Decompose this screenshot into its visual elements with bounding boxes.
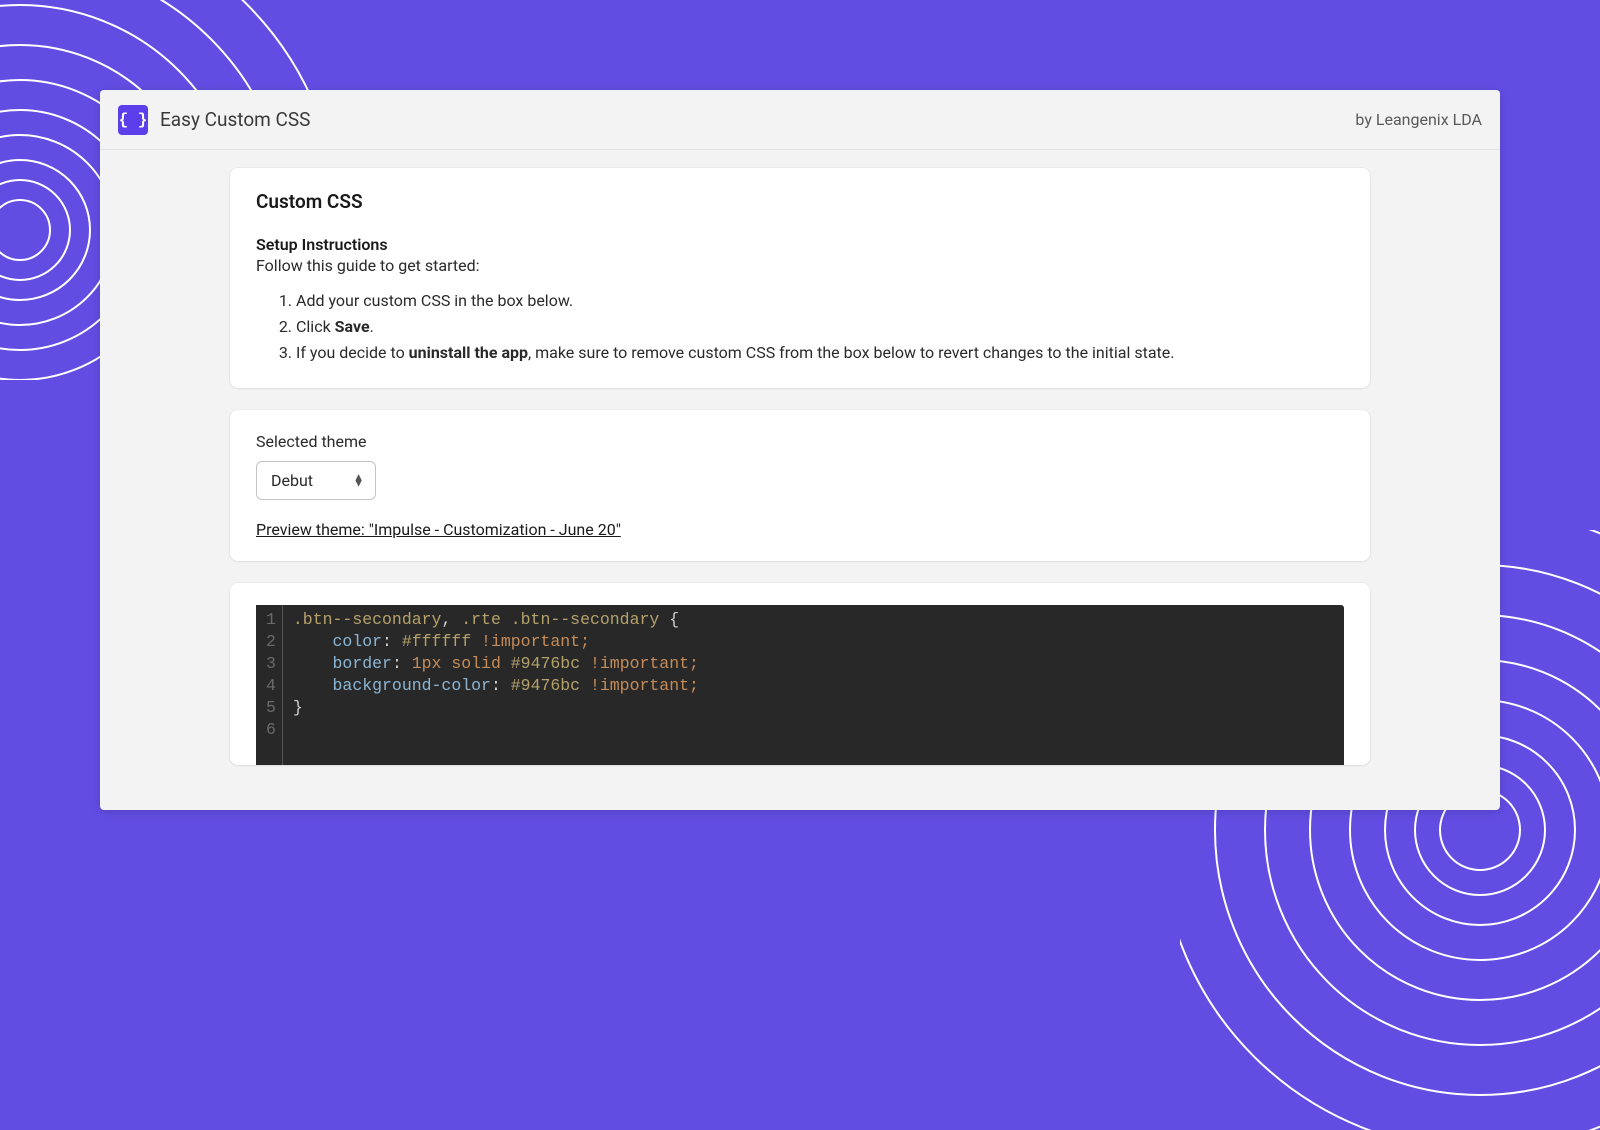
app-title: Easy Custom CSS <box>160 108 310 131</box>
theme-card: Selected theme Debut ▲▼ Preview theme: "… <box>230 410 1370 561</box>
editor-gutter: 1 2 3 4 5 6 <box>256 605 283 765</box>
instruction-step-3: If you decide to uninstall the app, make… <box>296 341 1344 366</box>
app-logo-icon: { } <box>118 105 148 135</box>
theme-select[interactable]: Debut <box>256 461 376 500</box>
instructions-list: Add your custom CSS in the box below. Cl… <box>256 289 1344 365</box>
editor-card: 1 2 3 4 5 6 .btn--secondary, .rte .btn--… <box>230 583 1370 765</box>
instruction-step-1: Add your custom CSS in the box below. <box>296 289 1344 314</box>
app-window: { } Easy Custom CSS by Leangenix LDA Cus… <box>100 90 1500 810</box>
card-title: Custom CSS <box>256 190 1344 213</box>
editor-content[interactable]: .btn--secondary, .rte .btn--secondary { … <box>283 605 709 765</box>
app-header: { } Easy Custom CSS by Leangenix LDA <box>100 90 1500 150</box>
theme-select-label: Selected theme <box>256 432 1344 451</box>
app-vendor-label: by Leangenix LDA <box>1355 110 1482 129</box>
setup-heading: Setup Instructions <box>256 235 1344 254</box>
instructions-card: Custom CSS Setup Instructions Follow thi… <box>230 168 1370 388</box>
content-area: Custom CSS Setup Instructions Follow thi… <box>100 150 1500 765</box>
setup-subtext: Follow this guide to get started: <box>256 256 1344 275</box>
css-code-editor[interactable]: 1 2 3 4 5 6 .btn--secondary, .rte .btn--… <box>256 605 1344 765</box>
preview-theme-link[interactable]: Preview theme: "Impulse - Customization … <box>256 520 621 539</box>
instruction-step-2: Click Save. <box>296 315 1344 340</box>
